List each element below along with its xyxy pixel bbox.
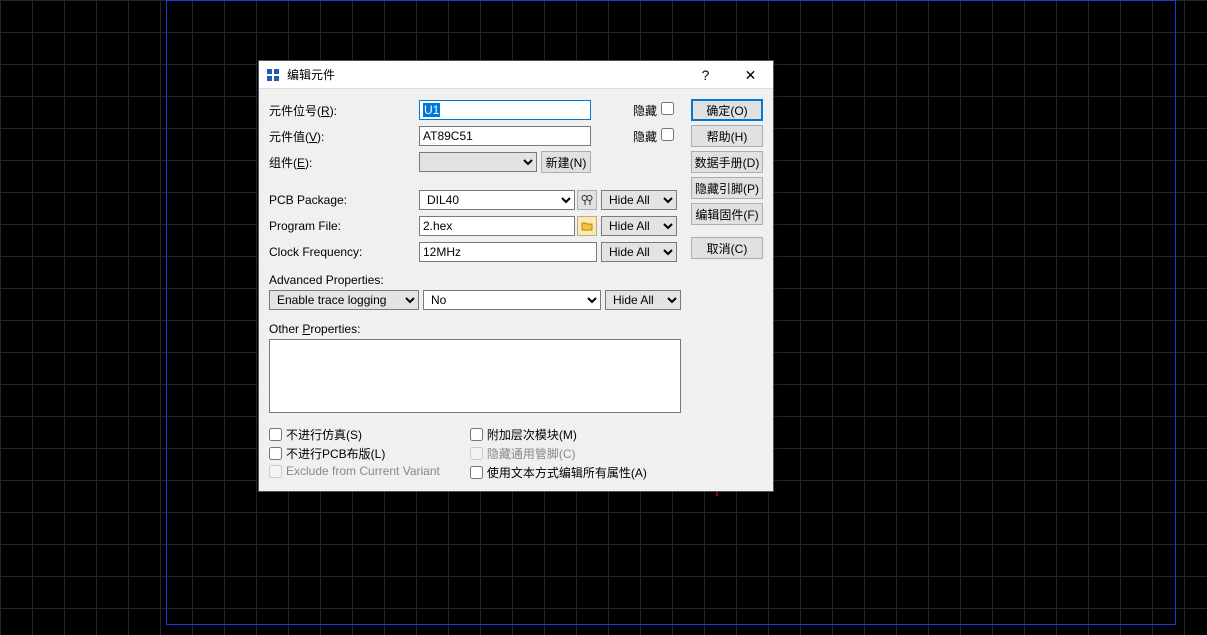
ref-input[interactable]: U1 xyxy=(419,100,591,120)
clock-freq-label: Clock Frequency: xyxy=(269,245,419,259)
edit-firmware-button[interactable]: 编辑固件(F) xyxy=(691,203,763,225)
clock-freq-visibility[interactable]: Hide All xyxy=(601,242,677,262)
attach-hierarchy-checkbox[interactable]: 附加层次模块(M) xyxy=(470,426,647,443)
pcb-package-label: PCB Package: xyxy=(269,193,419,207)
ref-label: 元件位号(R): xyxy=(269,102,419,119)
edit-component-dialog: 编辑元件 ? ✕ 元件位号(R): U1 隐藏 元件值(V): 隐藏 xyxy=(258,60,774,492)
edit-as-text-checkbox[interactable]: 使用文本方式编辑所有属性(A) xyxy=(470,464,647,481)
pcb-package-select[interactable]: DIL40 xyxy=(419,190,575,210)
pcb-package-visibility[interactable]: Hide All xyxy=(601,190,677,210)
close-button[interactable]: ✕ xyxy=(728,61,773,89)
other-properties-textarea[interactable] xyxy=(269,339,681,413)
ok-button[interactable]: 确定(O) xyxy=(691,99,763,121)
value-label: 元件值(V): xyxy=(269,128,419,145)
no-sim-checkbox[interactable]: 不进行仿真(S) xyxy=(269,426,440,443)
no-pcb-checkbox[interactable]: 不进行PCB布版(L) xyxy=(269,445,440,462)
exclude-variant-checkbox: Exclude from Current Variant xyxy=(269,464,440,478)
clock-freq-input[interactable] xyxy=(419,242,597,262)
folder-open-icon xyxy=(581,220,593,232)
hidden-label-1: 隐藏 xyxy=(621,102,661,119)
advanced-label: Advanced Properties: xyxy=(269,273,681,287)
hidden-label-2: 隐藏 xyxy=(621,128,661,145)
datasheet-button[interactable]: 数据手册(D) xyxy=(691,151,763,173)
form-area: 元件位号(R): U1 隐藏 元件值(V): 隐藏 组件(E): xyxy=(269,99,681,481)
app-icon xyxy=(265,67,281,83)
search-icon xyxy=(581,194,593,206)
value-hidden-checkbox[interactable] xyxy=(661,128,674,141)
new-button[interactable]: 新建(N) xyxy=(541,151,591,173)
element-select[interactable] xyxy=(419,152,537,172)
program-file-input[interactable] xyxy=(419,216,575,236)
adv-property-select[interactable]: Enable trace logging xyxy=(269,290,419,310)
dialog-titlebar[interactable]: 编辑元件 ? ✕ xyxy=(259,61,773,89)
pcb-package-browse-button[interactable] xyxy=(577,190,597,210)
program-file-visibility[interactable]: Hide All xyxy=(601,216,677,236)
adv-value-select[interactable]: No xyxy=(423,290,601,310)
element-label: 组件(E): xyxy=(269,154,419,171)
help-button[interactable]: ? xyxy=(683,61,728,89)
program-file-label: Program File: xyxy=(269,219,419,233)
program-file-browse-button[interactable] xyxy=(577,216,597,236)
ref-hidden-checkbox[interactable] xyxy=(661,102,674,115)
other-properties-label: Other Properties: xyxy=(269,322,681,336)
value-input[interactable] xyxy=(419,126,591,146)
cancel-button[interactable]: 取消(C) xyxy=(691,237,763,259)
hide-common-pins-checkbox: 隐藏通用管脚(C) xyxy=(470,445,647,462)
dialog-title: 编辑元件 xyxy=(287,66,683,83)
adv-visibility[interactable]: Hide All xyxy=(605,290,681,310)
button-column: 确定(O) 帮助(H) 数据手册(D) 隐藏引脚(P) 编辑固件(F) 取消(C… xyxy=(691,99,763,481)
help-button-side[interactable]: 帮助(H) xyxy=(691,125,763,147)
hidden-pins-button[interactable]: 隐藏引脚(P) xyxy=(691,177,763,199)
